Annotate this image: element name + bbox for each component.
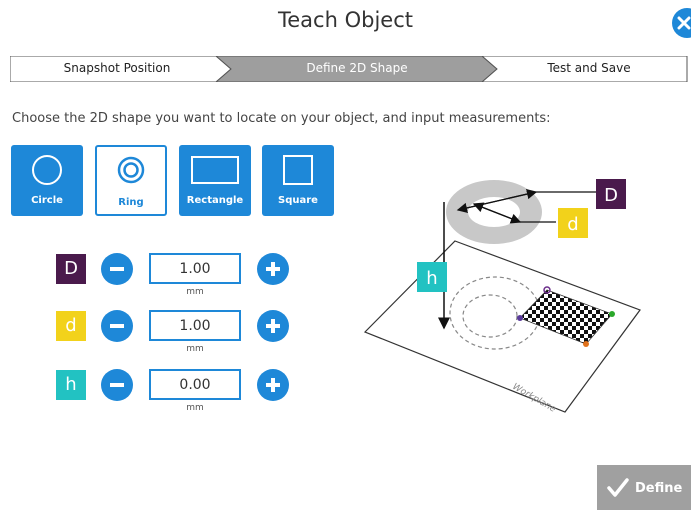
- minus-icon: [110, 267, 124, 271]
- decrease-h-button[interactable]: [101, 369, 133, 401]
- rectangle-icon: [191, 156, 239, 184]
- progress-stepper: Snapshot Position Define 2D Shape Test a…: [10, 56, 688, 82]
- step-test-and-save: Test and Save: [547, 61, 631, 75]
- step-define-2d-shape: Define 2D Shape: [306, 61, 408, 75]
- checkerboard-marker: [609, 311, 615, 317]
- param-badge-D: D: [56, 254, 86, 284]
- value-h-input[interactable]: 0.00: [149, 369, 241, 400]
- decrease-d-button[interactable]: [101, 310, 133, 342]
- value-d-input[interactable]: 1.00: [149, 310, 241, 341]
- page-title: Teach Object: [278, 8, 413, 32]
- shape-square-button[interactable]: Square: [262, 145, 334, 216]
- minus-icon: [110, 383, 124, 387]
- instruction-text: Choose the 2D shape you want to locate o…: [12, 111, 551, 126]
- param-row-D: D 1.00 mm: [0, 253, 330, 299]
- step-snapshot-position: Snapshot Position: [63, 61, 171, 75]
- minus-icon: [110, 324, 124, 328]
- increase-h-button[interactable]: [257, 369, 289, 401]
- plus-icon: [266, 378, 280, 392]
- plus-icon: [266, 262, 280, 276]
- param-row-h: h 0.00 mm: [0, 369, 330, 415]
- shape-square-label: Square: [278, 195, 318, 206]
- unit-label-h: mm: [186, 403, 204, 413]
- param-badge-h: h: [56, 370, 86, 400]
- shape-ring-button[interactable]: Ring: [95, 145, 167, 216]
- square-icon: [283, 155, 313, 185]
- illus-label-h: h: [426, 268, 437, 289]
- increase-d-button[interactable]: [257, 310, 289, 342]
- shape-rectangle-button[interactable]: Rectangle: [179, 145, 251, 216]
- ring-icon: [117, 156, 145, 184]
- unit-label-D: mm: [186, 287, 204, 297]
- define-button-label: Define: [635, 481, 683, 496]
- define-button[interactable]: Define: [597, 465, 691, 510]
- close-button[interactable]: [672, 8, 691, 38]
- decrease-D-button[interactable]: [101, 253, 133, 285]
- param-row-d: d 1.00 mm: [0, 310, 330, 356]
- circle-icon: [32, 155, 62, 185]
- plus-icon: [266, 319, 280, 333]
- increase-D-button[interactable]: [257, 253, 289, 285]
- close-icon: [677, 16, 691, 30]
- shape-circle-button[interactable]: Circle: [11, 145, 83, 216]
- checkerboard-marker: [517, 315, 523, 321]
- shape-rectangle-label: Rectangle: [186, 195, 244, 206]
- ring-measurement-illustration: Workplane D d h: [363, 179, 641, 415]
- unit-label-d: mm: [186, 344, 204, 354]
- param-badge-d: d: [56, 311, 86, 341]
- checkerboard-marker: [583, 341, 589, 347]
- checkmark-icon: [607, 478, 629, 497]
- value-D-input[interactable]: 1.00: [149, 253, 241, 284]
- shape-circle-label: Circle: [31, 195, 63, 206]
- shape-ring-label: Ring: [118, 197, 144, 208]
- illus-label-D: D: [604, 185, 618, 206]
- illus-label-d: d: [567, 214, 578, 235]
